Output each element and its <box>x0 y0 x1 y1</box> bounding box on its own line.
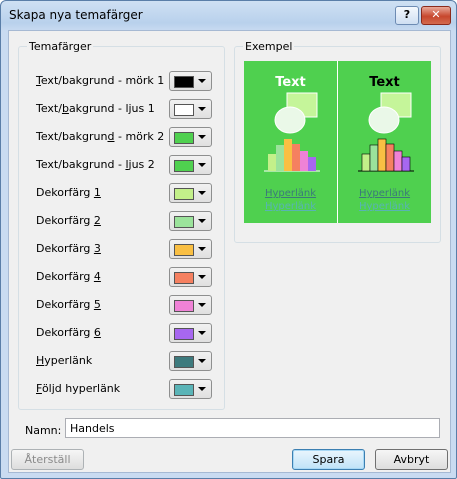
color-swatch <box>174 244 194 256</box>
reset-button-label: Återställ <box>24 453 71 466</box>
preview-shape-circle <box>274 106 306 134</box>
preview-bar-6 <box>308 157 316 171</box>
color-picker-3[interactable] <box>169 127 212 147</box>
color-swatch <box>174 328 194 340</box>
preview-bar-1 <box>268 154 276 171</box>
theme-color-label-7: Dekorfärg 3 <box>36 242 101 255</box>
color-picker-9[interactable] <box>169 295 212 315</box>
color-picker-7[interactable] <box>169 239 212 259</box>
color-swatch <box>174 272 194 284</box>
dropdown-arrow-icon <box>198 247 206 251</box>
color-picker-6[interactable] <box>169 211 212 231</box>
name-input[interactable] <box>65 418 440 438</box>
save-button[interactable]: Spara <box>292 449 365 470</box>
example-group: Exempel Text Hyperlänk Hyperlänk Text Hy… <box>234 40 441 243</box>
color-swatch <box>174 188 194 200</box>
theme-color-label-1: Text/bakgrund - mörk 1 <box>36 74 165 87</box>
preview-bar-5 <box>393 150 403 172</box>
color-swatch <box>174 300 194 312</box>
theme-color-label-5: Dekorfärg 1 <box>36 186 101 199</box>
dropdown-arrow-icon <box>198 387 206 391</box>
color-picker-5[interactable] <box>169 183 212 203</box>
color-picker-8[interactable] <box>169 267 212 287</box>
color-picker-4[interactable] <box>169 155 212 175</box>
theme-color-label-8: Dekorfärg 4 <box>36 270 101 283</box>
reset-button[interactable]: Återställ <box>11 449 84 470</box>
preview-light-panel: Text Hyperlänk Hyperlänk <box>244 61 337 223</box>
color-swatch <box>174 160 194 172</box>
preview-bar-4 <box>385 143 395 172</box>
help-button[interactable]: ? <box>395 6 419 25</box>
theme-color-label-6: Dekorfärg 2 <box>36 214 101 227</box>
name-label: Namn: <box>25 424 62 437</box>
theme-colors-legend: Temafärger <box>27 40 94 53</box>
preview-bar-3 <box>284 139 292 171</box>
close-icon: ✕ <box>431 8 441 21</box>
color-picker-10[interactable] <box>169 323 212 343</box>
color-swatch <box>174 104 194 116</box>
preview-bar-5 <box>300 151 308 171</box>
dropdown-arrow-icon <box>198 79 206 83</box>
color-picker-11[interactable] <box>169 351 212 371</box>
theme-color-label-2: Text/bakgrund - ljus 1 <box>36 102 155 115</box>
save-button-label: Spara <box>312 453 345 466</box>
color-picker-2[interactable] <box>169 99 212 119</box>
theme-color-label-9: Dekorfärg 5 <box>36 298 101 311</box>
dialog-title: Skapa nya temafärger <box>9 8 143 22</box>
theme-color-label-12: Följd hyperlänk <box>36 382 121 395</box>
preview-bar-2 <box>369 144 379 172</box>
theme-color-label-4: Text/bakgrund - ljus 2 <box>36 158 155 171</box>
dropdown-arrow-icon <box>198 359 206 363</box>
dropdown-arrow-icon <box>198 331 206 335</box>
color-swatch <box>174 384 194 396</box>
dropdown-arrow-icon <box>198 163 206 167</box>
color-swatch <box>174 76 194 88</box>
example-preview: Text Hyperlänk Hyperlänk Text Hyperlänk … <box>244 61 431 223</box>
theme-colors-group: Temafärger Text/bakgrund - mörk 1 Text/ba… <box>18 40 225 410</box>
preview-bar-4 <box>292 144 300 171</box>
dialog-body: Temafärger Text/bakgrund - mörk 1 Text/ba… <box>8 30 451 473</box>
preview-bar-3 <box>377 138 387 172</box>
preview-shape-circle <box>368 106 400 134</box>
dropdown-arrow-icon <box>198 191 206 195</box>
preview-bar-1 <box>361 153 371 172</box>
dropdown-arrow-icon <box>198 275 206 279</box>
color-swatch <box>174 132 194 144</box>
dropdown-arrow-icon <box>198 303 206 307</box>
preview-dark-panel: Text Hyperlänk Hyperlänk <box>338 61 431 223</box>
theme-color-label-11: Hyperlänk <box>36 354 93 367</box>
dialog-window: Skapa nya temafärger ? ✕ Temafärger Text… <box>0 0 457 479</box>
help-icon: ? <box>403 8 411 21</box>
preview-hyperlink-dark: Hyperlänk <box>358 188 411 199</box>
color-swatch <box>174 216 194 228</box>
color-picker-1[interactable] <box>169 71 212 91</box>
cancel-button-label: Avbryt <box>393 453 430 466</box>
preview-followed-link-dark: Hyperlänk <box>358 201 411 212</box>
close-button[interactable]: ✕ <box>421 6 451 25</box>
theme-color-label-10: Dekorfärg 6 <box>36 326 101 339</box>
theme-color-label-3: Text/bakgrund - mörk 2 <box>36 130 165 143</box>
dropdown-arrow-icon <box>198 219 206 223</box>
preview-followed-link-light: Hyperlänk <box>264 201 317 212</box>
color-swatch <box>174 356 194 368</box>
cancel-button[interactable]: Avbryt <box>375 449 448 470</box>
example-legend: Exempel <box>243 40 295 53</box>
title-bar[interactable]: Skapa nya temafärger ? ✕ <box>1 1 456 29</box>
dropdown-arrow-icon <box>198 107 206 111</box>
dropdown-arrow-icon <box>198 135 206 139</box>
preview-hyperlink-light: Hyperlänk <box>264 188 317 199</box>
color-picker-12[interactable] <box>169 379 212 399</box>
preview-bar-6 <box>401 156 411 172</box>
preview-bar-2 <box>276 145 284 171</box>
